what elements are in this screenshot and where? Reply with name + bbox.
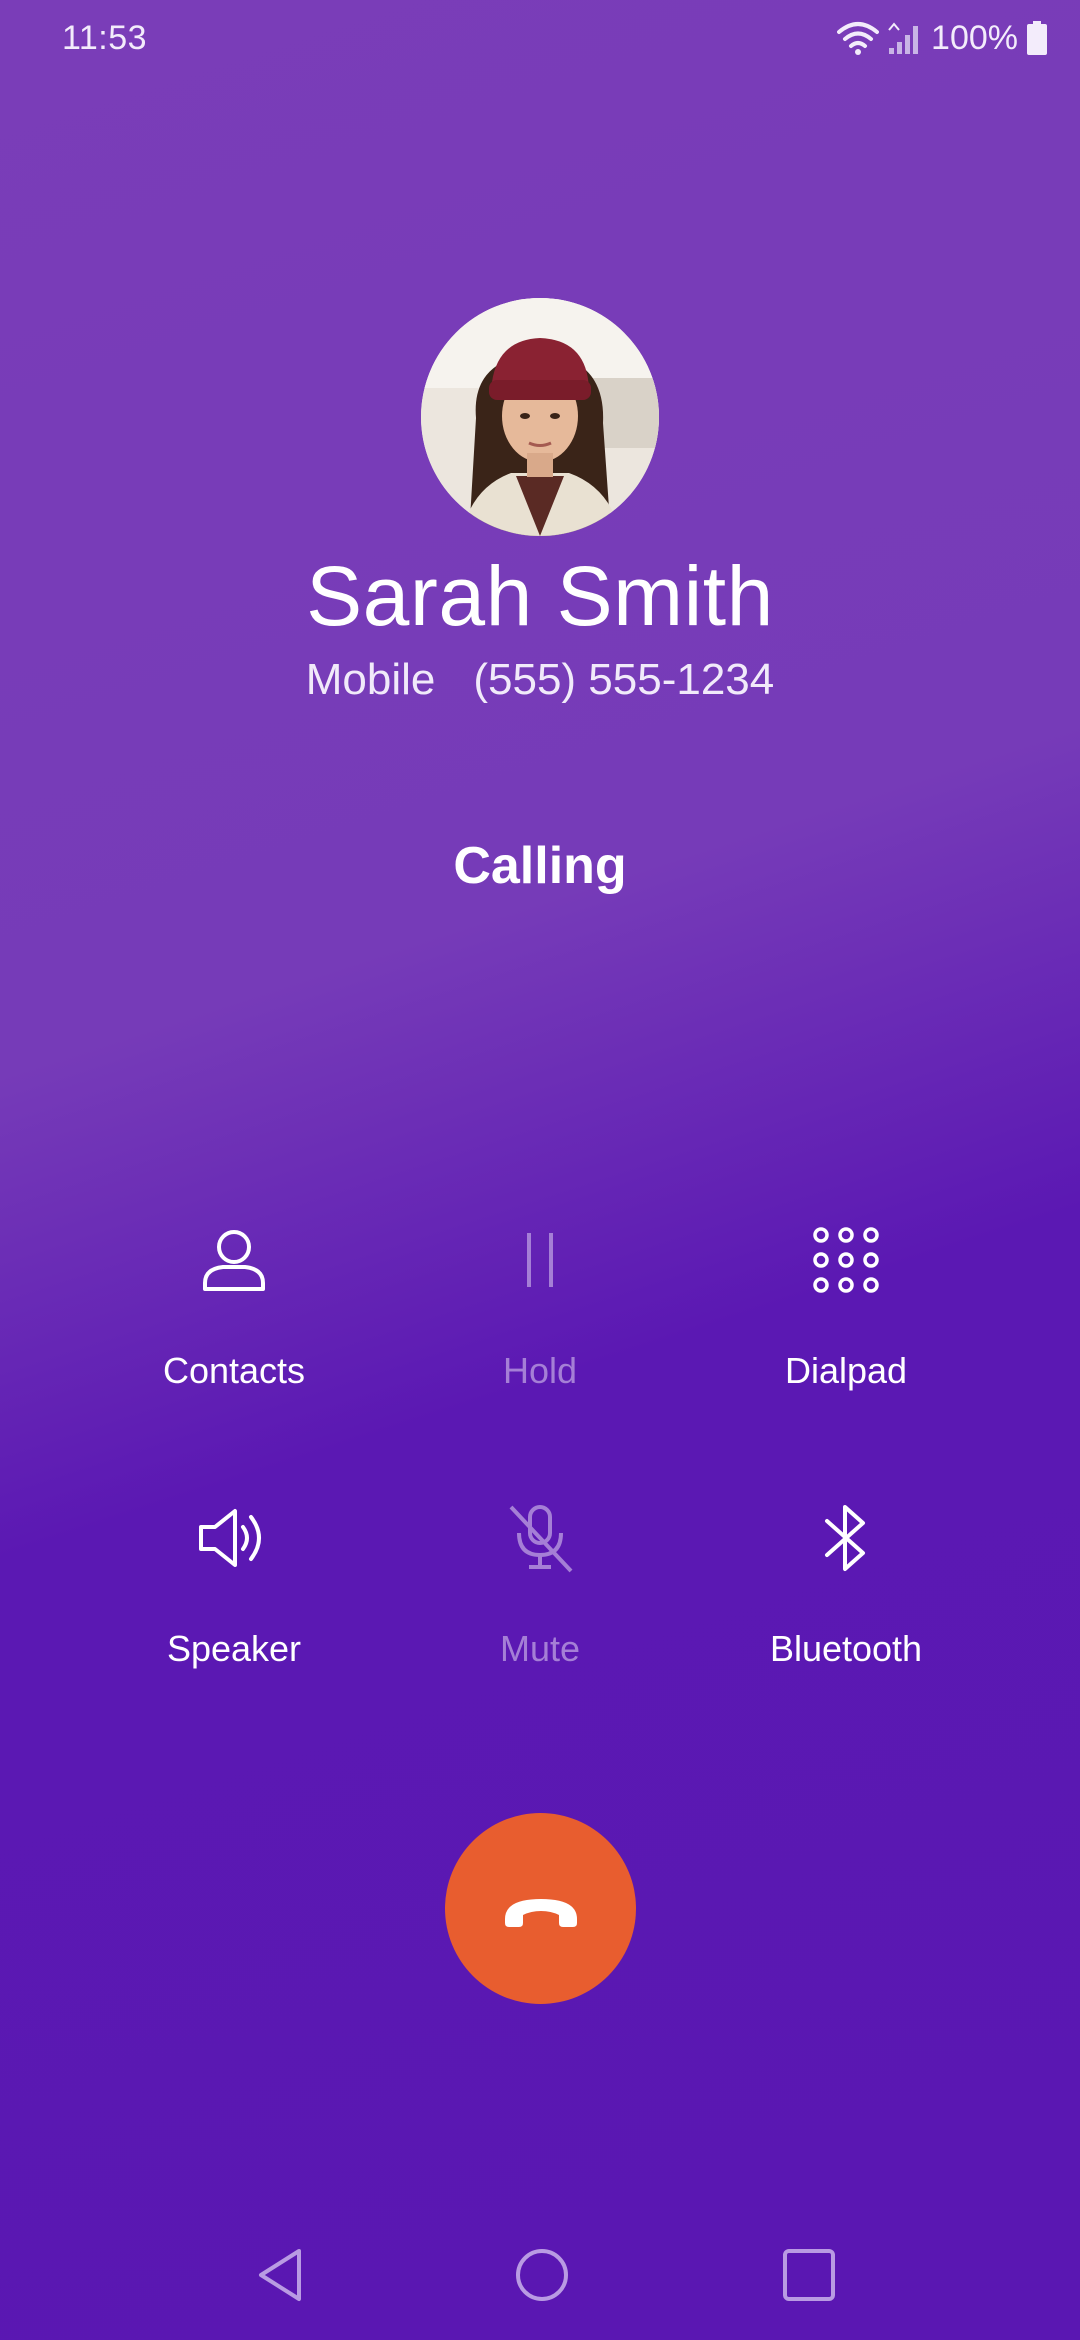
speaker-button[interactable]: Speaker	[84, 1488, 384, 1670]
navigation-bar	[0, 2230, 1080, 2320]
home-icon	[516, 2249, 568, 2301]
battery-icon	[1027, 21, 1047, 55]
contact-name: Sarah Smith	[306, 549, 774, 643]
contacts-button[interactable]: Contacts	[84, 1210, 384, 1392]
bluetooth-button[interactable]: Bluetooth	[696, 1488, 996, 1670]
contact-photo	[421, 298, 659, 536]
signal-icon	[888, 22, 919, 54]
dialpad-icon	[813, 1227, 879, 1293]
back-icon	[259, 2249, 301, 2301]
wifi-icon	[837, 22, 880, 55]
contacts-icon	[203, 1230, 265, 1291]
mute-icon	[509, 1505, 573, 1573]
battery-percent: 100%	[931, 18, 1018, 57]
mute-button[interactable]: Mute	[390, 1488, 690, 1670]
recents-icon	[783, 2249, 835, 2301]
bluetooth-label: Bluetooth	[769, 1628, 923, 1669]
end-call-icon	[504, 1898, 577, 1927]
status-time: 11:53	[62, 18, 148, 57]
status-icons: 100%	[837, 19, 1048, 58]
contact-number-line: Mobile (555) 555-1234	[0, 655, 1080, 705]
hold-button[interactable]: Hold	[390, 1210, 690, 1392]
back-button[interactable]	[235, 2230, 325, 2320]
home-button[interactable]	[497, 2230, 587, 2320]
end-call-button[interactable]	[445, 1813, 636, 2004]
dialpad-button[interactable]: Dialpad	[696, 1210, 996, 1392]
bluetooth-icon	[825, 1505, 865, 1571]
speaker-icon	[199, 1509, 261, 1567]
recents-button[interactable]	[764, 2230, 854, 2320]
phone-number: (555) 555-1234	[473, 655, 775, 704]
contact-avatar	[421, 298, 659, 536]
speaker-label: Speaker	[166, 1628, 302, 1669]
dialpad-label: Dialpad	[784, 1350, 908, 1391]
hold-icon	[527, 1233, 553, 1287]
hold-label: Hold	[502, 1350, 578, 1391]
call-state: Calling	[453, 837, 627, 895]
mute-label: Mute	[499, 1628, 581, 1669]
contacts-label: Contacts	[162, 1350, 306, 1391]
status-bar: 11:53 100%	[0, 0, 1080, 76]
phone-type: Mobile	[305, 655, 436, 704]
